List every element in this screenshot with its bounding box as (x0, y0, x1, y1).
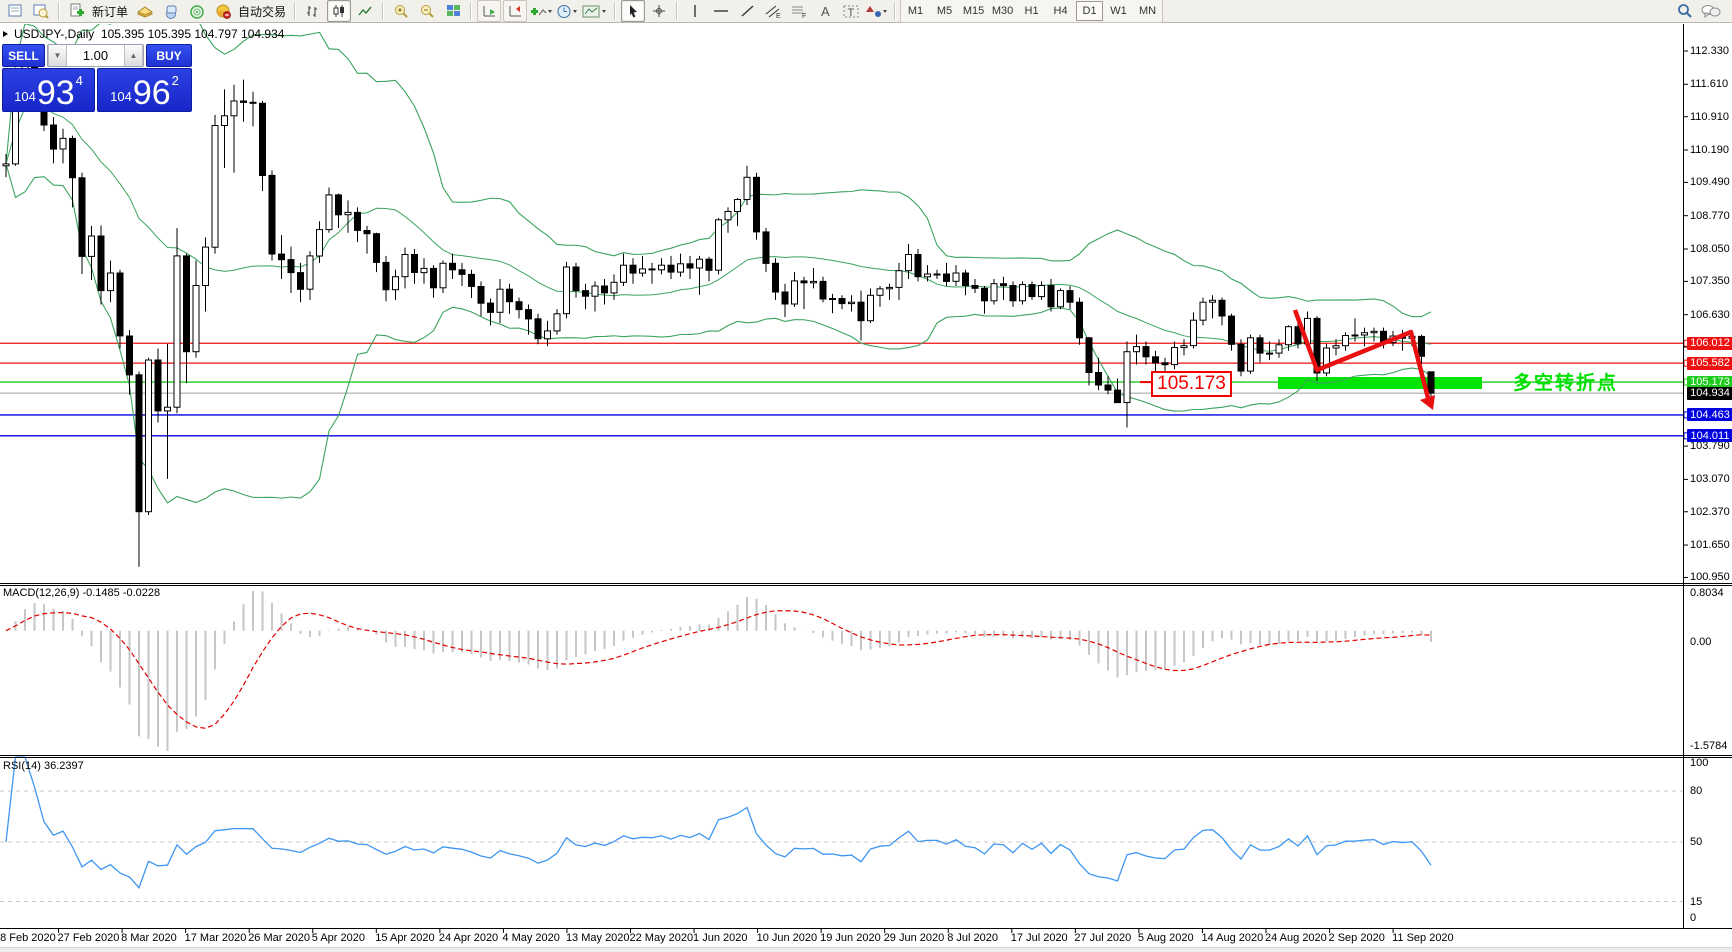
mt4-terminal: 新订单 自动交易 (0, 0, 1732, 952)
ohlc-values: 105.395 105.395 104.797 104.934 (101, 27, 285, 41)
sell-price-point: 4 (76, 73, 83, 88)
volume-stepper: ▼ 1.00 ▲ (47, 44, 144, 67)
volume-decrease-button[interactable]: ▼ (48, 45, 67, 66)
buy-button[interactable]: BUY (146, 44, 192, 67)
macd-panel[interactable] (0, 586, 1683, 755)
symbol-label: USDJPY-,Daily (14, 27, 94, 41)
macd-indicator-label: MACD(12,26,9) -0.1485 -0.0228 (3, 587, 160, 599)
price-level-annotation-box[interactable]: 105.173 (1151, 371, 1232, 397)
volume-increase-button[interactable]: ▲ (124, 45, 143, 66)
one-click-trading-panel: SELL ▼ 1.00 ▲ BUY 104 93 4 104 96 2 (2, 44, 192, 112)
turning-point-annotation[interactable]: 多空转折点 (1513, 368, 1618, 395)
sell-price-pips: 93 (37, 78, 75, 108)
chart-title: USDJPY-,Daily 105.395 105.395 104.797 10… (14, 27, 284, 41)
buy-price-point: 2 (172, 73, 179, 88)
volume-value[interactable]: 1.00 (67, 45, 124, 66)
sell-price-quote[interactable]: 104 93 4 (2, 68, 95, 112)
sell-button[interactable]: SELL (2, 44, 45, 67)
rsi-indicator-label: RSI(14) 36.2397 (3, 760, 84, 772)
buy-price-big-figure: 104 (110, 89, 132, 104)
symbol-marker-icon (3, 31, 8, 37)
buy-price-pips: 96 (133, 78, 171, 108)
sell-price-big-figure: 104 (14, 89, 36, 104)
main-chart-plot-area[interactable] (0, 24, 1683, 583)
buy-price-quote[interactable]: 104 96 2 (97, 68, 192, 112)
rsi-panel[interactable] (0, 758, 1683, 928)
